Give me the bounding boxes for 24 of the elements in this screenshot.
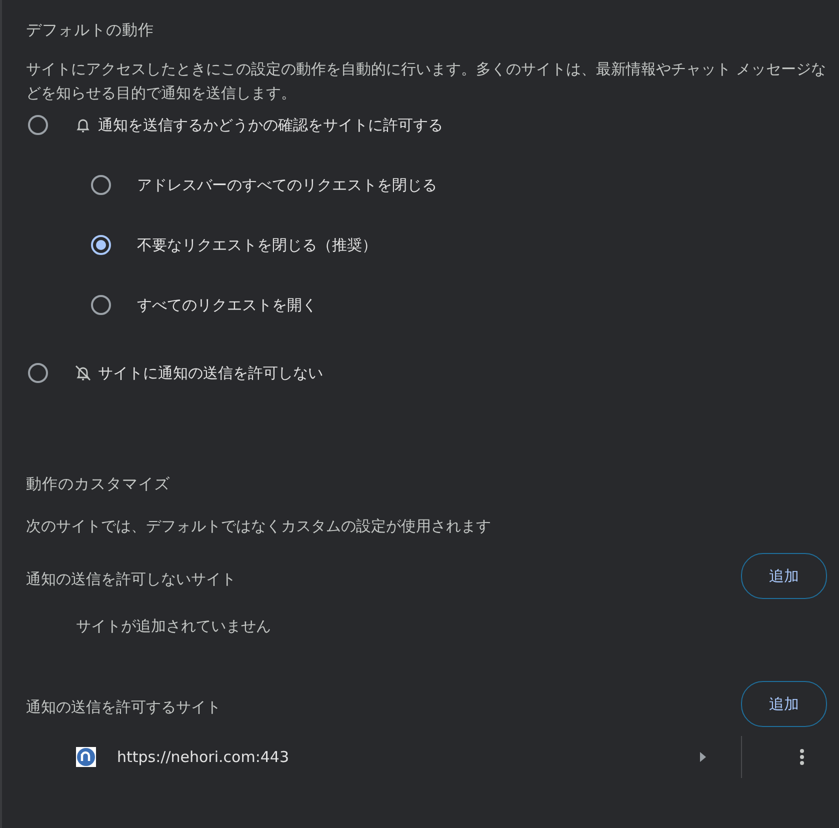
add-button[interactable]: 追加 bbox=[741, 553, 827, 599]
option-label: 不要なリクエストを閉じる（推奨） bbox=[137, 235, 377, 256]
description: 次のサイトでは、デフォルトではなくカスタムの設定が使用されます bbox=[26, 516, 492, 536]
section-heading: 動作のカスタマイズ bbox=[26, 474, 171, 496]
list-heading: 通知の送信を許可しないサイト bbox=[26, 568, 236, 590]
radio-button[interactable] bbox=[91, 295, 111, 316]
more-menu-icon[interactable] bbox=[799, 748, 805, 766]
arrow-icon[interactable] bbox=[699, 752, 707, 762]
option-label: サイトに通知の送信を許可しない bbox=[98, 363, 323, 384]
radio-button[interactable] bbox=[91, 235, 111, 256]
radio-button[interactable] bbox=[28, 363, 48, 384]
bell-off-icon bbox=[74, 364, 92, 382]
option-label: 通知を送信するかどうかの確認をサイトに許可する bbox=[98, 115, 443, 136]
site-url[interactable]: https://nehori.com:443 bbox=[117, 746, 699, 768]
option-label: アドレスバーのすべてのリクエストを閉じる bbox=[137, 175, 437, 196]
site-favicon-icon bbox=[76, 747, 96, 767]
list-heading: 通知の送信を許可するサイト bbox=[26, 696, 221, 718]
section-heading: デフォルトの動作 bbox=[26, 20, 155, 41]
radio-button[interactable] bbox=[91, 175, 111, 196]
add-button[interactable]: 追加 bbox=[741, 681, 827, 727]
option-label: すべてのリクエストを開く bbox=[137, 295, 317, 316]
description: サイトにアクセスしたときにこの設定の動作を自動的に行います。多くのサイトは、最新情報やチャット メッセージなどを知らせる目的で通知を送信します。 bbox=[26, 59, 827, 104]
empty-message: サイトが追加されていません bbox=[75, 616, 272, 637]
radio-button[interactable] bbox=[28, 115, 48, 136]
